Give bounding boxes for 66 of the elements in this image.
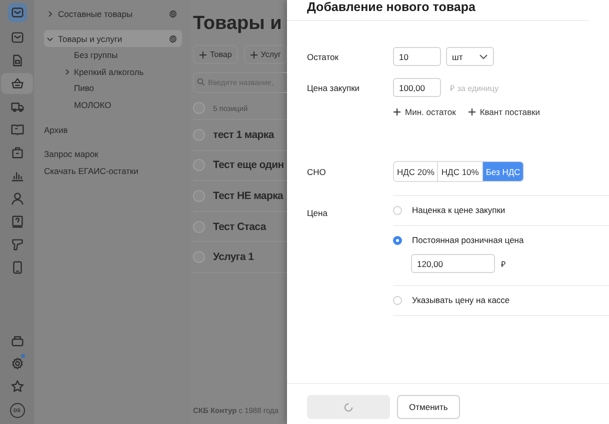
tree-item[interactable]: Крепкий алкоголь	[74, 66, 144, 77]
scanner-icon	[10, 237, 24, 252]
tree-item[interactable]: Пиво	[74, 83, 94, 94]
spinner-icon	[344, 402, 353, 412]
plus-icon	[250, 50, 258, 58]
product-name[interactable]: Тест Стаса	[213, 220, 266, 233]
book-icon	[10, 122, 24, 137]
product-name[interactable]: Услуга 1	[213, 251, 254, 264]
chevron-icon[interactable]	[46, 34, 54, 42]
bag-icon	[10, 145, 24, 160]
field-hint: ₽ за единицу	[450, 83, 498, 93]
tree-item[interactable]: Товары и услуги	[44, 30, 182, 47]
radio-button[interactable]	[393, 206, 402, 214]
currency-sign: ₽	[501, 259, 506, 269]
field-label: Цена	[307, 207, 328, 220]
cancel-button[interactable]: Отменить	[397, 395, 460, 419]
settings-icon[interactable]	[168, 34, 178, 44]
product-name[interactable]: тест 1 марка	[213, 128, 274, 141]
radio-button[interactable]	[393, 236, 402, 244]
printer-icon	[10, 333, 24, 348]
panel-title: Добавление нового товара	[287, 0, 589, 21]
tax-option[interactable]: Без НДС	[482, 162, 524, 181]
plus-icon	[393, 108, 401, 116]
search-icon	[197, 78, 205, 86]
tree-label: Товары и услуги	[58, 34, 124, 44]
settings-icon[interactable]	[168, 8, 178, 18]
tree-item[interactable]: МОЛОКО	[74, 100, 112, 110]
add-button[interactable]: Товар	[193, 45, 238, 64]
nav-button[interactable]	[8, 3, 26, 22]
add-link[interactable]: Квант поставки	[468, 107, 540, 117]
chevron-icon[interactable]	[63, 68, 71, 76]
chevron-down-icon	[479, 54, 488, 60]
tree-item[interactable]: Без группы	[74, 50, 118, 60]
help-icon	[10, 214, 24, 229]
add-button[interactable]: Услуг	[244, 45, 287, 64]
nav-button[interactable]	[1, 73, 33, 94]
price-field[interactable]: 100,00	[393, 78, 441, 97]
tree-label: Составные товары	[58, 8, 134, 18]
radio-button[interactable]	[393, 296, 402, 304]
nav-link[interactable]: Скачать ЕГАИС-остатки	[44, 166, 138, 176]
page-title: Товары и	[193, 13, 283, 35]
plus-icon	[468, 108, 476, 116]
unit-select[interactable]: шт	[446, 47, 494, 66]
add-link[interactable]: Мин. остаток	[393, 107, 456, 117]
option-label[interactable]: Указывать цену на кассе	[412, 295, 510, 305]
nav-link[interactable]: Запрос марок	[44, 149, 98, 160]
star-icon	[10, 379, 24, 394]
mail-icon	[10, 5, 24, 20]
person-icon	[10, 191, 24, 206]
option-label[interactable]: Постоянная розничная цена	[412, 235, 524, 245]
retail-price-field[interactable]: 120,00	[411, 254, 495, 273]
option-label[interactable]: Наценка к цене закупки	[412, 205, 506, 215]
product-name[interactable]: Тест НЕ марка	[213, 190, 284, 202]
settings-icon	[10, 356, 24, 371]
plus-icon	[199, 50, 207, 58]
mail-icon	[10, 30, 24, 45]
field-label: Цена закупки	[307, 82, 361, 92]
basket-icon	[10, 76, 24, 91]
product-name[interactable]: Тест еще один	[213, 159, 284, 172]
field-label: Остаток	[307, 52, 340, 62]
chevron-icon[interactable]	[46, 10, 54, 18]
archive-link[interactable]: Архив	[44, 125, 68, 136]
field-label: СНО	[307, 166, 327, 176]
tree-item[interactable]: Составные товары	[44, 5, 182, 22]
tax-option[interactable]: НДС 20%	[394, 162, 438, 181]
quantity-field[interactable]: 10	[393, 47, 441, 66]
